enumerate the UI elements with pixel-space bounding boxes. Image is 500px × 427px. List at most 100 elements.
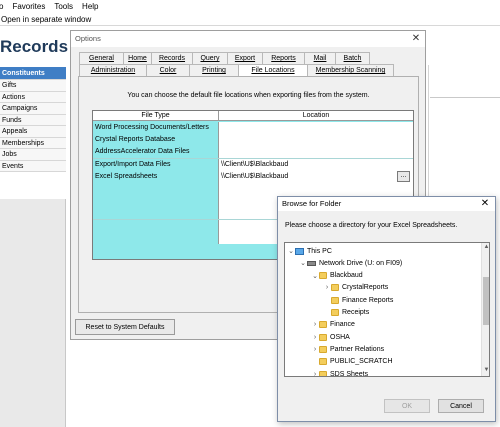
chevron-right-icon[interactable]: › — [311, 346, 319, 353]
tab-color[interactable]: Color — [146, 64, 190, 76]
tree-node[interactable]: PUBLIC_SCRATCH — [311, 356, 393, 368]
sidebar-item-appeals[interactable]: Appeals — [0, 126, 66, 138]
sidebar-item-gifts[interactable]: Gifts — [0, 80, 66, 92]
folder-icon — [331, 296, 339, 304]
tree-node[interactable]: › CrystalReports — [323, 282, 388, 294]
column-header-file-type: File Type — [93, 111, 219, 121]
sidebar-nav: Constituents Gifts Actions Campaigns Fun… — [0, 67, 66, 172]
tab-administration[interactable]: Administration — [79, 64, 147, 76]
pc-icon — [295, 247, 304, 255]
location-cell[interactable] — [219, 134, 413, 147]
tree-node-label: PUBLIC_SCRATCH — [330, 358, 393, 366]
right-header-area — [428, 29, 500, 65]
tree-scrollbar[interactable]: ▲ ▼ — [481, 243, 489, 376]
column-header-location: Location — [302, 112, 330, 119]
tab-query[interactable]: Query — [192, 52, 228, 64]
sidebar-item-constituents[interactable]: Constituents — [0, 67, 66, 80]
tree-node[interactable]: Receipts — [323, 307, 369, 319]
tab-mail[interactable]: Mail — [304, 52, 336, 64]
tab-records[interactable]: Records — [151, 52, 193, 64]
open-separate-window-link[interactable]: Open in separate window — [1, 15, 91, 24]
file-type-cell: Excel Spreadsheets — [93, 170, 219, 183]
chevron-right-icon[interactable]: › — [311, 334, 319, 341]
folder-icon — [331, 284, 339, 292]
table-row[interactable]: AddressAccelerator Data Files — [93, 146, 413, 159]
location-cell[interactable] — [219, 146, 413, 159]
sidebar-empty-area — [0, 199, 66, 427]
table-row[interactable]: Crystal Reports Database — [93, 134, 413, 147]
location-cell[interactable] — [219, 182, 413, 195]
location-cell-excel[interactable]: \\Client\U$\Blackbaud ... — [219, 170, 413, 183]
tab-general[interactable]: General — [79, 52, 124, 64]
tree-node-label: OSHA — [330, 333, 350, 341]
tab-export[interactable]: Export — [227, 52, 263, 64]
close-icon[interactable]: ✕ — [477, 197, 493, 211]
open-separate-window-bar: Open in separate window — [0, 13, 500, 26]
sidebar-item-memberships[interactable]: Memberships — [0, 137, 66, 149]
tree-node[interactable]: ⌄ Network Drive (U: on FI09) — [299, 257, 402, 269]
file-type-cell: Crystal Reports Database — [93, 134, 219, 147]
tab-membership-scanning[interactable]: Membership Scanning — [307, 64, 394, 76]
close-icon[interactable]: ✕ — [409, 32, 423, 46]
folder-tree[interactable]: ⌄ This PC ⌄ Network Drive (U: on FI09) ⌄ Blac… — [284, 242, 490, 377]
chevron-right-icon[interactable]: › — [311, 321, 319, 328]
tab-home[interactable]: Home — [123, 52, 152, 64]
table-row[interactable] — [93, 182, 413, 196]
location-cell[interactable]: \\Client\U$\Blackbaud — [219, 158, 413, 171]
divider — [430, 97, 500, 98]
scroll-down-arrow-icon[interactable]: ▼ — [482, 367, 489, 373]
browse-button[interactable]: ... — [397, 170, 410, 182]
tab-row-1: General Home Records Query Export Report… — [79, 52, 370, 64]
tree-node[interactable]: ⌄ This PC — [287, 245, 332, 257]
folder-icon — [319, 321, 327, 329]
chevron-right-icon[interactable]: › — [311, 371, 319, 377]
tree-node[interactable]: › OSHA — [311, 331, 350, 343]
table-row[interactable]: Export/Import Data Files \\Client\U$\Bla… — [93, 158, 413, 171]
tree-node-label: Partner Relations — [330, 345, 385, 353]
tab-batch[interactable]: Batch — [335, 52, 370, 64]
tab-row-2: Administration Color Printing File Locat… — [79, 64, 394, 76]
menu-item-help[interactable]: Help — [82, 2, 98, 11]
tree-node[interactable]: Finance Reports — [323, 294, 393, 306]
location-value: \\Client\U$\Blackbaud — [221, 172, 289, 180]
tree-node-label: Blackbaud — [330, 272, 363, 280]
sidebar-item-jobs[interactable]: Jobs — [0, 149, 66, 161]
scroll-thumb[interactable] — [483, 277, 489, 325]
options-title: Options — [75, 34, 101, 43]
tree-node-label: This PC — [307, 247, 332, 255]
tab-printing[interactable]: Printing — [189, 64, 239, 76]
chevron-down-icon[interactable]: ⌄ — [287, 247, 295, 255]
file-type-cell — [93, 195, 219, 208]
reset-to-defaults-button[interactable]: Reset to System Defaults — [75, 319, 175, 335]
sidebar-item-campaigns[interactable]: Campaigns — [0, 103, 66, 115]
tree-node[interactable]: › SDS Sheets — [311, 368, 368, 377]
file-type-cell — [93, 219, 219, 232]
menu-item-tools[interactable]: Tools — [54, 2, 73, 11]
menu-item-partial[interactable]: o — [0, 2, 3, 11]
tree-node[interactable]: › Finance — [311, 319, 355, 331]
ok-button[interactable]: OK — [384, 399, 430, 413]
chevron-down-icon[interactable]: ⌄ — [299, 259, 307, 267]
sidebar-item-events[interactable]: Events — [0, 160, 66, 172]
menu-item-favorites[interactable]: Favorites — [12, 2, 45, 11]
tab-file-locations[interactable]: File Locations — [238, 64, 308, 76]
tab-reports[interactable]: Reports — [262, 52, 305, 64]
scroll-up-arrow-icon[interactable]: ▲ — [482, 244, 489, 250]
sidebar-item-actions[interactable]: Actions — [0, 91, 66, 103]
table-row[interactable]: Excel Spreadsheets \\Client\U$\Blackbaud… — [93, 170, 413, 183]
sidebar-item-funds[interactable]: Funds — [0, 114, 66, 126]
file-type-cell — [93, 182, 219, 195]
location-cell[interactable] — [219, 122, 413, 134]
chevron-down-icon[interactable]: ⌄ — [311, 272, 319, 280]
tree-node[interactable]: ⌄ Blackbaud — [311, 270, 363, 282]
tree-node[interactable]: › Partner Relations — [311, 343, 384, 355]
chevron-right-icon[interactable]: › — [323, 284, 331, 291]
cancel-button[interactable]: Cancel — [438, 399, 484, 413]
file-type-cell: AddressAccelerator Data Files — [93, 146, 219, 159]
menu-bar: o Favorites Tools Help — [0, 0, 500, 13]
table-row[interactable]: Word Processing Documents/Letters — [93, 122, 413, 135]
network-drive-icon — [307, 260, 316, 266]
description-text: You can choose the default file location… — [127, 92, 370, 99]
tree-node-label: Finance Reports — [342, 296, 394, 304]
folder-icon — [319, 272, 327, 280]
